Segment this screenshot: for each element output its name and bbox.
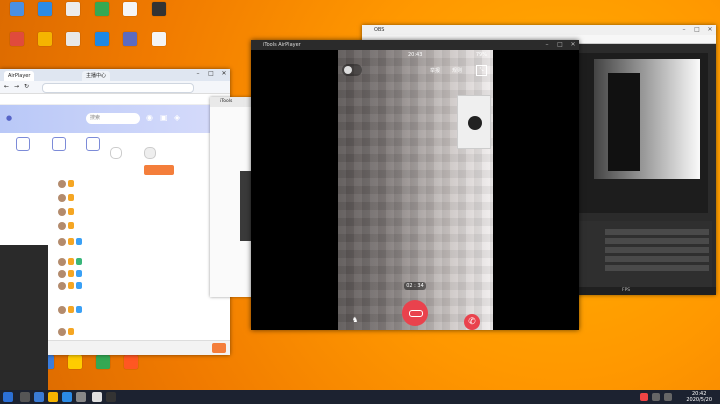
- system-clock[interactable]: 20:42 2020/5/20: [686, 391, 712, 403]
- user-icon[interactable]: ◉: [146, 113, 153, 122]
- call-timer: 02 : 34: [404, 282, 426, 290]
- close-icon[interactable]: ✕: [567, 40, 579, 50]
- list-item[interactable]: [58, 327, 76, 337]
- shield-icon: [52, 137, 66, 151]
- taskbar-app-icon[interactable]: [76, 392, 86, 402]
- minimize-icon[interactable]: –: [678, 25, 690, 35]
- obs-title: OBS: [374, 27, 385, 33]
- desktop-icon[interactable]: [142, 32, 176, 47]
- folder-icon[interactable]: [48, 392, 58, 402]
- minimize-call-icon[interactable]: ⤡: [476, 65, 487, 76]
- browser-toolbar: ← → ↻: [0, 81, 230, 94]
- phone-mirror: 20:43 79% 举报 规则 ⤡ 02 : 34 ♞ ✆: [338, 50, 493, 330]
- bookmarks-bar: [0, 94, 230, 105]
- close-icon[interactable]: ✕: [704, 25, 716, 35]
- minimize-icon[interactable]: –: [541, 40, 553, 50]
- battery-level: 79%: [475, 52, 487, 58]
- control-button[interactable]: [605, 238, 709, 244]
- nav-item[interactable]: [78, 137, 108, 153]
- search-input[interactable]: 搜索: [86, 113, 140, 124]
- obs-controls-dock: [578, 221, 712, 287]
- record-button[interactable]: [402, 300, 428, 326]
- list-item[interactable]: [58, 237, 84, 247]
- list-item[interactable]: [58, 193, 76, 203]
- maximize-icon[interactable]: □: [205, 69, 217, 79]
- preview-phone: [608, 73, 640, 171]
- refresh-icon[interactable]: ↻: [24, 83, 29, 90]
- browser-window: AirPlayer 主播中心 – □ ✕ ← → ↻ ● 搜索 ◉ ▣ ◈: [0, 69, 230, 395]
- back-icon[interactable]: ←: [4, 83, 9, 90]
- page-header: ● 搜索 ◉ ▣ ◈: [0, 105, 230, 133]
- list-item[interactable]: [58, 179, 76, 189]
- rules-tab[interactable]: 规则: [452, 67, 462, 74]
- mask-icon: [409, 310, 423, 317]
- browser-titlebar: AirPlayer 主播中心 – □ ✕: [0, 69, 230, 81]
- effects-icon[interactable]: ♞: [352, 316, 358, 324]
- left-panel: [0, 245, 48, 395]
- gift-icon[interactable]: ▣: [160, 113, 168, 122]
- pip-video[interactable]: [457, 95, 491, 149]
- taskbar-app-icon[interactable]: [62, 392, 72, 402]
- list-item[interactable]: [58, 221, 76, 231]
- forward-icon[interactable]: →: [14, 83, 19, 90]
- list-item[interactable]: [58, 305, 84, 315]
- list-item[interactable]: [58, 269, 84, 279]
- close-icon[interactable]: ✕: [218, 69, 230, 79]
- phone-statusbar: 20:43 79%: [338, 52, 493, 60]
- tab-button[interactable]: [144, 147, 156, 159]
- browser-tab[interactable]: 主播中心: [82, 71, 111, 81]
- network-icon[interactable]: [664, 393, 672, 401]
- chat-input-bar[interactable]: [48, 340, 230, 355]
- airplayer-titlebar: iTools AirPlayer – □ ✕: [251, 40, 579, 50]
- avatar: [344, 66, 352, 74]
- list-item[interactable]: [58, 207, 76, 217]
- phone-time: 20:43: [408, 52, 423, 58]
- tab-button[interactable]: [110, 147, 122, 159]
- airplayer-title: iTools AirPlayer: [263, 42, 301, 48]
- obs-titlebar: OBS – □ ✕: [362, 25, 716, 35]
- list-item[interactable]: [58, 281, 84, 291]
- control-button[interactable]: [605, 247, 709, 253]
- nav-item[interactable]: [44, 137, 74, 153]
- start-icon[interactable]: [3, 392, 13, 402]
- nav-icon: [16, 137, 30, 151]
- list-item[interactable]: [58, 257, 84, 267]
- hangup-button[interactable]: ✆: [464, 314, 480, 330]
- tray-icon[interactable]: [640, 393, 648, 401]
- desktop-icon[interactable]: [142, 2, 176, 17]
- address-bar[interactable]: [42, 83, 194, 93]
- caller-badge[interactable]: [342, 64, 362, 76]
- maximize-icon[interactable]: □: [691, 25, 703, 35]
- taskbar-app-icon[interactable]: [92, 392, 102, 402]
- control-button[interactable]: [605, 229, 709, 235]
- nav-row: [0, 133, 230, 163]
- report-tab[interactable]: 举报: [430, 67, 440, 74]
- nav-icon: [86, 137, 100, 151]
- maximize-icon[interactable]: □: [554, 40, 566, 50]
- airplayer-window: iTools AirPlayer – □ ✕ 20:43 79% 举报 规则 ⤡…: [251, 40, 579, 330]
- chat-input-text: [48, 345, 52, 351]
- search-icon[interactable]: [20, 392, 30, 402]
- pip-person: [468, 116, 482, 130]
- browser-tab[interactable]: AirPlayer: [4, 71, 35, 81]
- control-button[interactable]: [605, 265, 709, 271]
- desktop-icon[interactable]: [114, 355, 148, 370]
- bell-icon[interactable]: ◈: [174, 113, 180, 122]
- control-button[interactable]: [605, 256, 709, 262]
- taskbar-app-icon[interactable]: [106, 392, 116, 402]
- minimize-icon[interactable]: –: [192, 69, 204, 79]
- send-button[interactable]: [212, 343, 226, 353]
- taskbar-app-icon[interactable]: [34, 392, 44, 402]
- action-button[interactable]: [144, 165, 174, 175]
- clock-date: 2020/5/20: [686, 397, 712, 403]
- taskbar: 20:42 2020/5/20: [0, 390, 720, 404]
- site-logo: ●: [6, 114, 13, 122]
- nav-item[interactable]: [8, 137, 38, 153]
- volume-icon[interactable]: [652, 393, 660, 401]
